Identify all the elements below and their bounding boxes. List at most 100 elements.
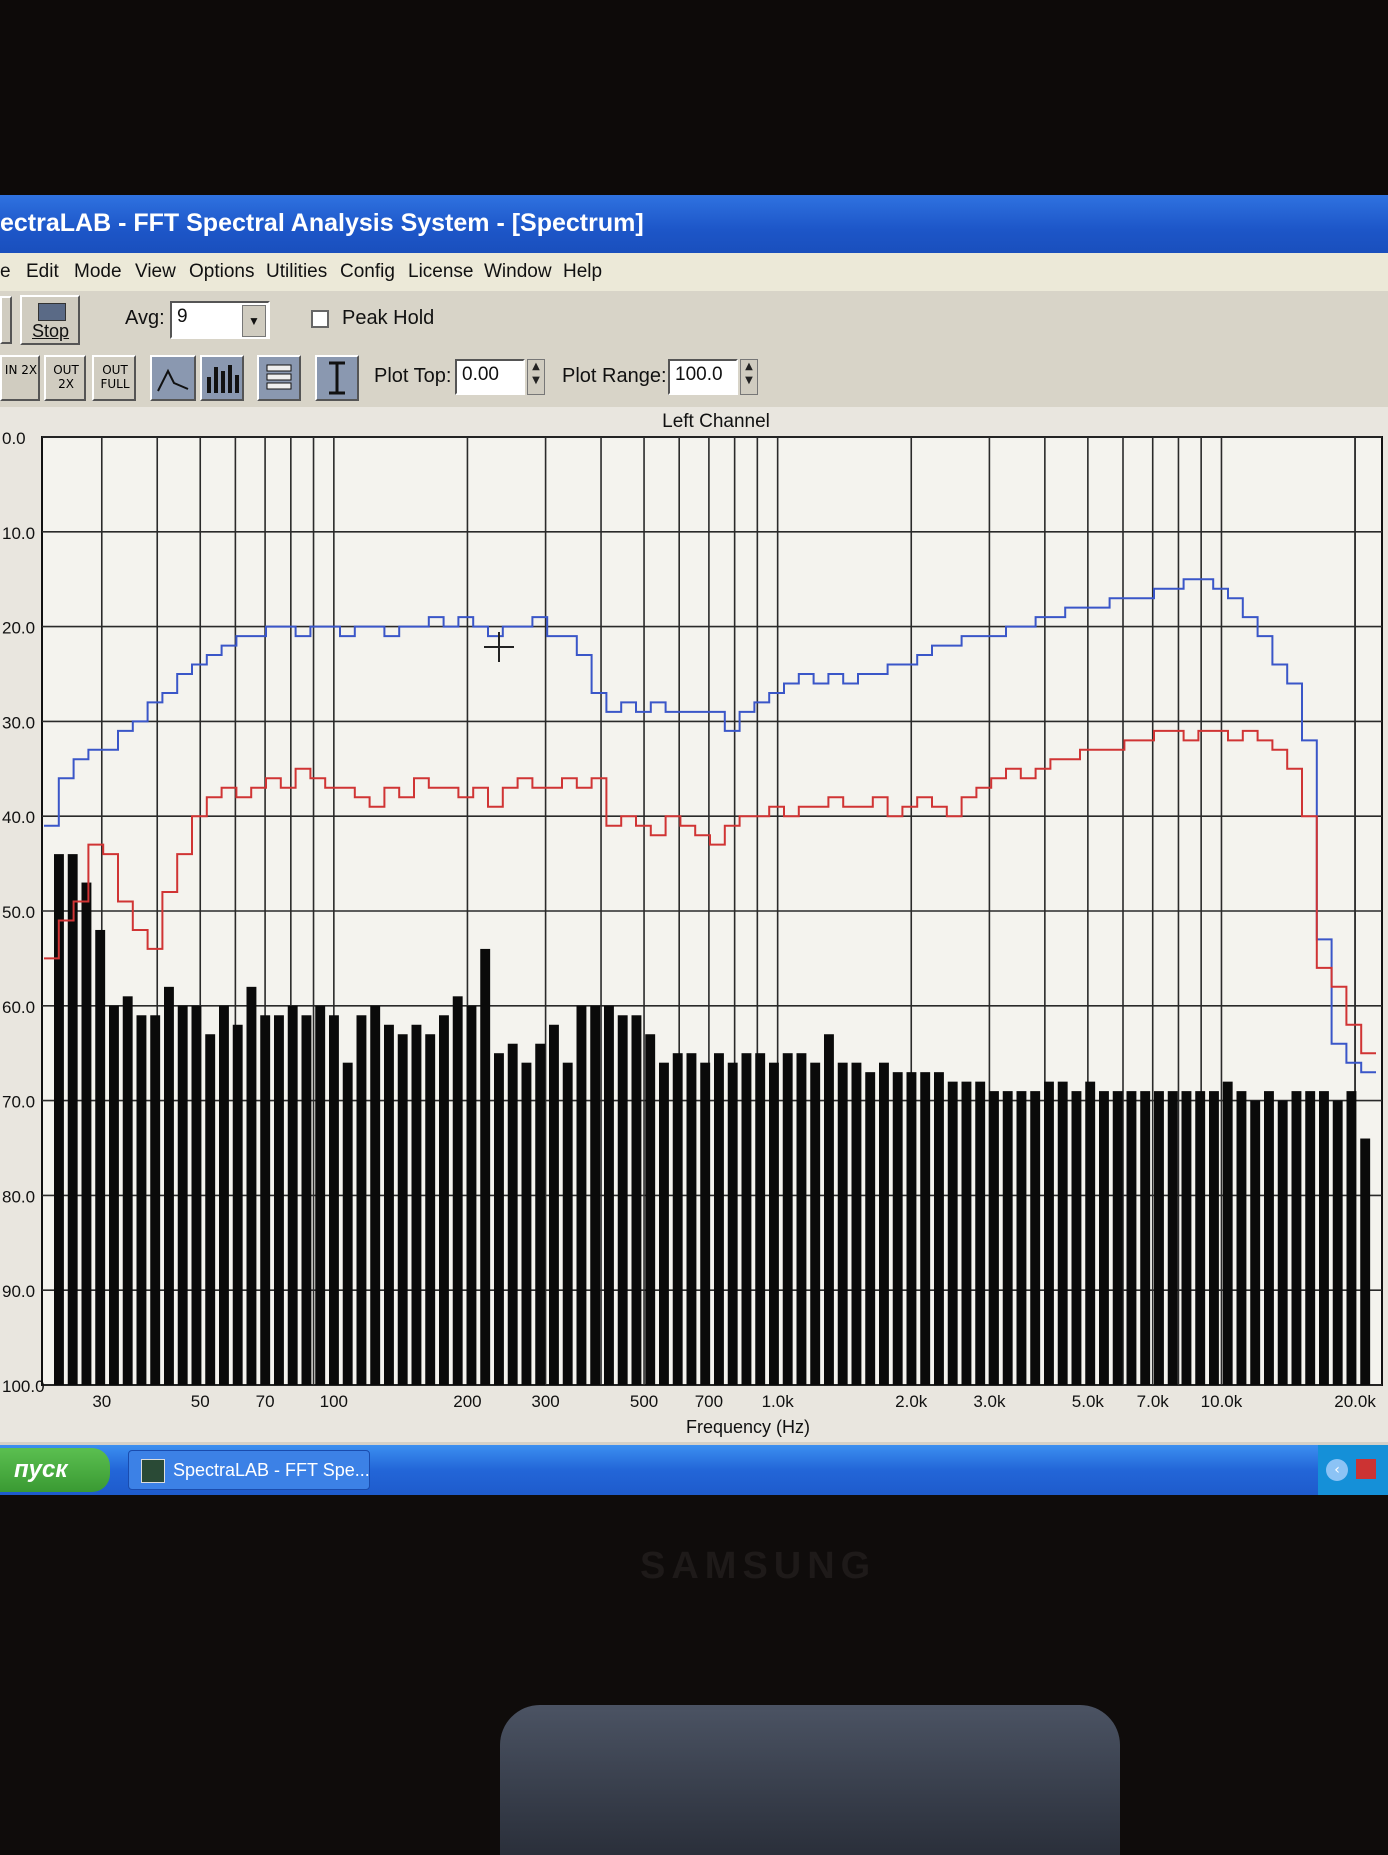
spectrum-bar [356, 1015, 367, 1385]
window-title: ectraLAB - FFT Spectral Analysis System … [0, 209, 644, 237]
spectrum-bar [1112, 1091, 1123, 1385]
spectrum-bar [191, 1005, 202, 1385]
title-bar[interactable]: ectraLAB - FFT Spectral Analysis System … [0, 195, 1388, 253]
spectrum-bar [865, 1072, 876, 1385]
spectrum-bar [466, 1005, 477, 1385]
zoom-out-full-label: OUT FULL [100, 363, 130, 391]
spectrum-bar [1277, 1100, 1288, 1385]
spectrum-bar [1222, 1081, 1233, 1385]
spectrum-bar [535, 1043, 546, 1385]
zoom-out-full-button[interactable]: OUT FULL [92, 355, 136, 401]
taskbar-item-spectralab[interactable]: SpectraLAB - FFT Spe... [128, 1450, 370, 1490]
spectrum-bar [452, 996, 463, 1385]
start-label: пуск [14, 1456, 68, 1483]
menu-utilities[interactable]: Utilities [266, 261, 327, 283]
line-graph-icon [157, 368, 189, 392]
stop-button[interactable]: Stop [20, 295, 80, 345]
spectrum-bar [287, 1005, 298, 1385]
chevron-down-icon[interactable]: ▼ [242, 305, 266, 337]
menu-window[interactable]: Window [484, 261, 552, 283]
cushion-object [500, 1705, 1120, 1855]
y-tick-label: 30.0 [2, 713, 35, 732]
spectrum-bar [741, 1053, 752, 1385]
y-tick-label: 80.0 [2, 1187, 35, 1206]
spectrum-bar [81, 882, 92, 1385]
spectrum-bar [1126, 1091, 1137, 1385]
spectrum-bar [136, 1015, 147, 1385]
menu-file[interactable]: e [0, 261, 11, 283]
x-tick-label: 200 [453, 1392, 481, 1411]
spectrum-bar [672, 1053, 683, 1385]
cursor-button[interactable] [315, 355, 359, 401]
system-tray: ‹ [1318, 1445, 1388, 1495]
plot-top-spinner[interactable]: ▲ ▼ [527, 359, 545, 395]
spectrum-bar [219, 1005, 229, 1385]
start-button[interactable]: пуск [0, 1448, 110, 1492]
menu-options[interactable]: Options [189, 261, 254, 283]
spectrum-bar [769, 1062, 779, 1385]
spectrum-bar [975, 1081, 986, 1385]
spectrum-bar [617, 1015, 628, 1385]
stop-icon [38, 303, 66, 321]
x-tick-label: 500 [630, 1392, 658, 1411]
zoom-in-2x-label: IN 2X [4, 363, 38, 377]
y-tick-label: 60.0 [2, 998, 35, 1017]
y-tick-label: 0.0 [2, 429, 26, 448]
spectrum-bar [1016, 1091, 1027, 1385]
y-tick-label: 70.0 [2, 1093, 35, 1112]
spectrum-bar [164, 986, 174, 1385]
x-tick-label: 1.0k [762, 1392, 795, 1411]
spectrum-bar [1236, 1091, 1247, 1385]
chart-title: Left Channel [662, 411, 770, 432]
spectrum-bar [329, 1015, 339, 1385]
spectrum-bar [659, 1062, 669, 1385]
line-view-button[interactable] [150, 355, 196, 401]
peak-hold-checkbox[interactable] [311, 310, 329, 328]
menu-config[interactable]: Config [340, 261, 395, 283]
zoom-out-2x-label: OUT 2X [53, 363, 79, 391]
menu-license[interactable]: License [408, 261, 474, 283]
spectrum-bar [1305, 1091, 1316, 1385]
menu-view[interactable]: View [135, 261, 176, 283]
spectrum-bar [755, 1053, 766, 1385]
zoom-out-2x-button[interactable]: OUT 2X [44, 355, 86, 401]
taskbar-item-label: SpectraLAB - FFT Spe... [173, 1460, 370, 1480]
avg-select[interactable]: 9 ▼ [170, 301, 270, 339]
tray-app-icon[interactable] [1356, 1459, 1376, 1479]
monitor-brand-logo: SAMSUNG [640, 1545, 877, 1587]
spectrum-bar [562, 1062, 573, 1385]
spectrum-bar [274, 1015, 284, 1385]
menu-mode[interactable]: Mode [74, 261, 122, 283]
spectrum-chart[interactable]: 0.0 10.0 20.0 30.0 40.0 50.0 60.0 70.0 80.0 90.0 1… [0, 407, 1388, 1442]
x-tick-label: 50 [191, 1392, 210, 1411]
zoom-in-2x-button[interactable]: IN 2X [0, 355, 40, 401]
spectrum-bar [150, 1015, 161, 1385]
spectrum-bar [686, 1053, 697, 1385]
plot-top-input[interactable]: 0.00 [455, 359, 525, 395]
plot-range-spinner[interactable]: ▲ ▼ [740, 359, 758, 395]
x-tick-label: 300 [531, 1392, 559, 1411]
prev-button[interactable] [0, 296, 12, 344]
plot-range-input[interactable]: 100.0 [668, 359, 738, 395]
x-tick-label: 7.0k [1137, 1392, 1170, 1411]
spectrum-bar [837, 1062, 848, 1385]
spectrum-bar [714, 1053, 724, 1385]
settings-list-button[interactable] [257, 355, 301, 401]
spectrum-bar [1346, 1091, 1357, 1385]
spectrum-bar [494, 1053, 504, 1385]
list-icon [266, 364, 292, 390]
tray-expand-icon[interactable]: ‹ [1326, 1459, 1348, 1481]
x-tick-label: 70 [256, 1392, 275, 1411]
x-tick-label: 10.0k [1201, 1392, 1243, 1411]
bar-view-button[interactable] [200, 355, 244, 401]
spectrum-bar [947, 1081, 958, 1385]
spectrum-bar [1099, 1091, 1109, 1385]
menu-help[interactable]: Help [563, 261, 602, 283]
screen: ectraLAB - FFT Spectral Analysis System … [0, 195, 1388, 1495]
spectrum-bar [439, 1015, 449, 1385]
spectrum-bar [892, 1072, 903, 1385]
menu-edit[interactable]: Edit [26, 261, 59, 283]
spectrum-bar [342, 1062, 353, 1385]
y-tick-label: 100.0 [2, 1377, 45, 1396]
spectrum-bar [1057, 1081, 1068, 1385]
